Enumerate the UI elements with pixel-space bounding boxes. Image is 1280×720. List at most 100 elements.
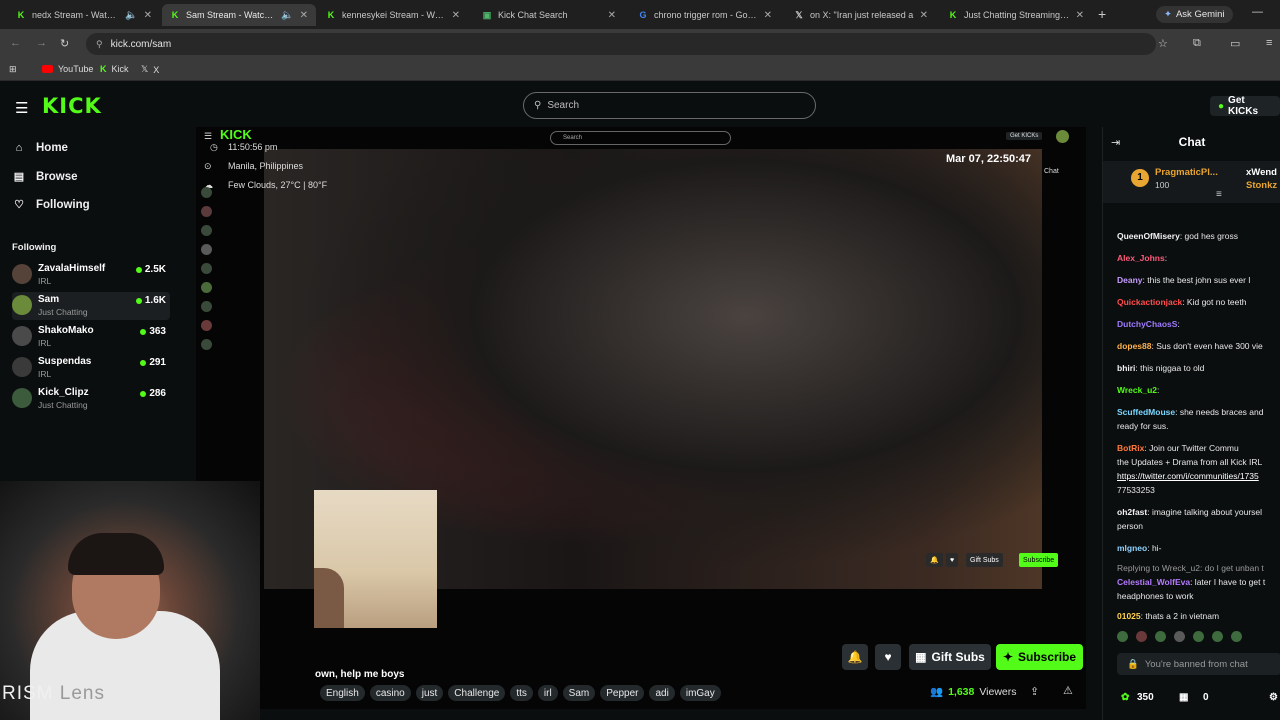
chat-username[interactable]: dopes88	[1117, 341, 1152, 351]
share-icon[interactable]: ⇪	[1030, 685, 1039, 698]
menu-icon[interactable]: ≡	[1266, 37, 1272, 49]
google-favicon-icon: G	[639, 10, 647, 20]
sidepanel-icon[interactable]: ▭	[1230, 37, 1240, 50]
emote-icon[interactable]	[1231, 631, 1242, 642]
heart-icon: ♥	[884, 650, 892, 664]
tag[interactable]: tts	[510, 685, 533, 701]
browser-tab[interactable]: K nedx Stream - Watch Live 🔈 ✕	[8, 4, 160, 26]
chat-footer: ✿ 350 ▦ 0 ⚙	[1121, 692, 1278, 703]
tag[interactable]: just	[415, 685, 444, 701]
followed-channel[interactable]: Suspendas IRL 291	[12, 354, 170, 382]
chat-username[interactable]: BotRix	[1117, 443, 1144, 453]
bookmark-x[interactable]: 𝕏 X	[141, 64, 159, 75]
apps-grid-icon[interactable]: ⊞	[9, 64, 17, 75]
report-icon[interactable]: ⚠	[1063, 684, 1073, 697]
subscribe-button[interactable]: ✦ Subscribe	[996, 644, 1083, 670]
chat-message: 77533253	[1117, 485, 1280, 497]
followed-channel[interactable]: ShakoMako IRL 363	[12, 323, 170, 351]
chat-username[interactable]: QueenOfMisery	[1117, 231, 1180, 241]
tag[interactable]: Pepper	[600, 685, 645, 701]
bookmark-kick[interactable]: K Kick	[100, 64, 129, 74]
browser-tab[interactable]: ▣ Kick Chat Search ✕	[474, 4, 624, 26]
emote-icon[interactable]	[1193, 631, 1204, 642]
close-tab-icon[interactable]: ✕	[764, 10, 772, 21]
reload-icon[interactable]: ↻	[60, 37, 69, 50]
chat-message: headphones to work	[1117, 591, 1280, 603]
emote-icon[interactable]	[1174, 631, 1185, 642]
emote-icon[interactable]	[1212, 631, 1223, 642]
chat-text: : hi-	[1147, 543, 1162, 553]
extensions-icon[interactable]: ⧉	[1193, 37, 1201, 50]
chat-username[interactable]: oh2fast	[1117, 507, 1147, 517]
video-player[interactable]: ☰ KICK Search Get KICKs ◷ 11:50:56 pm ⊙ …	[196, 127, 1086, 709]
chat-username[interactable]: Celestial_WolfEva	[1117, 577, 1190, 587]
get-kicks-button[interactable]: ● Get KICKs	[1210, 95, 1280, 117]
back-icon[interactable]: ←	[10, 37, 21, 49]
chat-text: : god hes gross	[1179, 231, 1238, 241]
overlay-chat-label: Chat	[1044, 168, 1059, 175]
address-bar[interactable]: ⚲ kick.com/sam	[86, 33, 1156, 55]
sidebar-item-browse[interactable]: ▤ Browse	[12, 170, 78, 184]
gift-subs-button[interactable]: ▦ Gift Subs	[909, 644, 991, 670]
chat-username[interactable]: ScuffedMouse	[1117, 407, 1175, 417]
emote-icon[interactable]	[1136, 631, 1147, 642]
pip-video	[314, 490, 437, 628]
tag[interactable]: casino	[369, 685, 411, 701]
close-tab-icon[interactable]: ✕	[452, 10, 460, 21]
chat-username[interactable]: Wreck_u2	[1117, 385, 1157, 395]
search-icon: ⚲	[534, 100, 542, 111]
forward-icon[interactable]: →	[36, 37, 47, 49]
close-tab-icon[interactable]: ✕	[1076, 10, 1084, 21]
chat-username[interactable]: Alex_Johns	[1117, 253, 1165, 263]
tag[interactable]: English	[320, 685, 365, 701]
sidebar-item-home[interactable]: ⌂ Home	[12, 142, 68, 154]
settings-gear-icon[interactable]: ⚙	[1269, 692, 1278, 703]
gift-icon: ▦	[915, 650, 927, 664]
close-tab-icon[interactable]: ✕	[608, 10, 616, 21]
followed-channel-selected[interactable]: Sam Just Chatting 1.6K	[12, 292, 170, 320]
chat-username[interactable]: Quickactionjack	[1117, 297, 1182, 307]
bookmark-youtube[interactable]: YouTube	[42, 64, 93, 74]
chat-username[interactable]: mlgneo	[1117, 543, 1147, 553]
chat-username[interactable]: DutchyChaosS	[1117, 319, 1177, 329]
chat-username[interactable]: bhiri	[1117, 363, 1135, 373]
emote-icon[interactable]	[1117, 631, 1128, 642]
kick-favicon-icon: K	[171, 10, 179, 20]
close-tab-icon[interactable]: ✕	[920, 10, 928, 21]
browser-tab[interactable]: 𝕏 on X: "Iran just released a ✕	[786, 4, 936, 26]
gift-icon[interactable]: ▦	[1179, 692, 1188, 703]
bookmark-star-icon[interactable]: ☆	[1158, 37, 1168, 50]
filter-icon[interactable]: ≡	[1216, 189, 1222, 200]
kick-logo[interactable]: KICK	[42, 94, 102, 118]
followed-channel[interactable]: Kick_Clipz Just Chatting 286	[12, 385, 170, 413]
browser-tab[interactable]: K kennesykei Stream - Watch ✕	[318, 4, 468, 26]
browser-tab[interactable]: G chrono trigger rom - Google ✕	[630, 4, 780, 26]
tag[interactable]: adi	[649, 685, 675, 701]
close-tab-icon[interactable]: ✕	[144, 10, 152, 21]
search-input[interactable]: ⚲ Search	[523, 92, 816, 119]
chat-text: : thats a 2 in vietnam	[1140, 611, 1220, 621]
follow-heart-button[interactable]: ♥	[875, 644, 901, 670]
notification-bell-button[interactable]: 🔔	[842, 644, 868, 670]
live-dot-icon	[140, 328, 147, 335]
chat-text[interactable]: https://twitter.com/i/communities/1735	[1117, 471, 1259, 481]
close-tab-icon[interactable]: ✕	[300, 10, 308, 21]
tag[interactable]: Sam	[562, 685, 596, 701]
followed-channel[interactable]: ZavalaHimself IRL 2.5K	[12, 261, 170, 289]
chat-message: person	[1117, 521, 1280, 533]
tag[interactable]: imGay	[679, 685, 721, 701]
browser-tab-active[interactable]: K Sam Stream - Watch Live 🔈 ✕	[162, 4, 316, 26]
emote-icon[interactable]	[1155, 631, 1166, 642]
browser-tab[interactable]: K Just Chatting Streaming - Li ✕	[940, 4, 1092, 26]
ask-gemini-button[interactable]: ✦ Ask Gemini	[1156, 6, 1233, 23]
chat-username[interactable]: 01025	[1117, 611, 1141, 621]
minimize-window-icon[interactable]: —	[1252, 6, 1263, 18]
sidebar-item-following[interactable]: ♡ Following	[12, 198, 90, 212]
chat-username[interactable]: Deany	[1117, 275, 1143, 285]
new-tab-button[interactable]: +	[1098, 6, 1106, 22]
hamburger-menu-icon[interactable]: ☰	[15, 99, 28, 117]
home-icon: ⌂	[15, 142, 23, 154]
tag[interactable]: irl	[537, 685, 558, 701]
tag[interactable]: Challenge	[448, 685, 506, 701]
site-info-icon[interactable]: ⚲	[96, 39, 103, 50]
